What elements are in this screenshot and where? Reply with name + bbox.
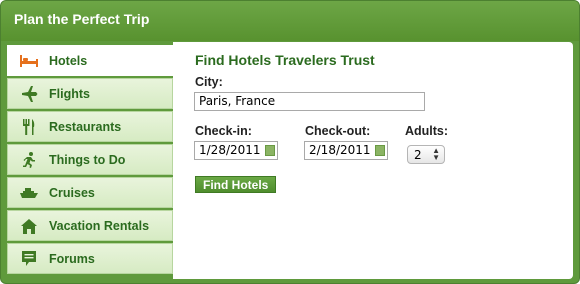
widget-title: Plan the Perfect Trip [14, 11, 150, 27]
adults-value: 2 [414, 148, 422, 162]
tab-flights[interactable]: Flights [7, 78, 173, 109]
checkout-value: 2/18/2011 [309, 143, 371, 157]
ship-icon [20, 185, 38, 201]
calendar-icon[interactable] [375, 145, 385, 156]
running-person-icon [20, 152, 38, 168]
city-input[interactable]: Paris, France [194, 92, 425, 111]
tab-forums[interactable]: Forums [7, 243, 173, 274]
adults-label: Adults: [405, 124, 449, 138]
tab-hotels[interactable]: Hotels [7, 45, 175, 76]
fork-knife-icon [20, 119, 38, 135]
find-hotels-button[interactable]: Find Hotels [195, 176, 277, 193]
speech-bubble-icon [20, 251, 38, 267]
tab-label: Hotels [49, 54, 88, 68]
checkin-field[interactable]: 1/28/2011 [194, 141, 278, 160]
tab-label: Vacation Rentals [49, 219, 150, 233]
adults-select[interactable]: 2 ▲ ▼ [407, 145, 445, 164]
tab-vacation-rentals[interactable]: Vacation Rentals [7, 210, 173, 241]
tab-restaurants[interactable]: Restaurants [7, 111, 173, 142]
checkin-value: 1/28/2011 [199, 143, 261, 157]
tab-label: Flights [49, 87, 90, 101]
tab-things-to-do[interactable]: Things to Do [7, 144, 173, 175]
tab-label: Restaurants [49, 120, 122, 134]
checkin-label: Check-in: [195, 124, 252, 138]
tab-label: Things to Do [49, 153, 126, 167]
city-label: City: [195, 75, 223, 89]
trip-planner-widget: Plan the Perfect Trip Hotels Flights Res… [0, 0, 580, 284]
panel-title: Find Hotels Travelers Trust [195, 52, 375, 68]
stepper-arrows-icon: ▲ ▼ [432, 146, 440, 162]
house-icon [20, 218, 38, 234]
airplane-icon [20, 86, 38, 102]
tab-label: Forums [49, 252, 95, 266]
checkout-field[interactable]: 2/18/2011 [304, 141, 388, 160]
tab-label: Cruises [49, 186, 95, 200]
checkout-label: Check-out: [305, 124, 371, 138]
tab-cruises[interactable]: Cruises [7, 177, 173, 208]
calendar-icon[interactable] [265, 145, 275, 156]
widget-header: Plan the Perfect Trip [1, 1, 579, 41]
category-tabs: Hotels Flights Restaurants Things to Do … [7, 45, 175, 276]
hotel-search-panel: Find Hotels Travelers Trust City: Paris,… [173, 42, 573, 279]
bed-icon [20, 53, 38, 69]
